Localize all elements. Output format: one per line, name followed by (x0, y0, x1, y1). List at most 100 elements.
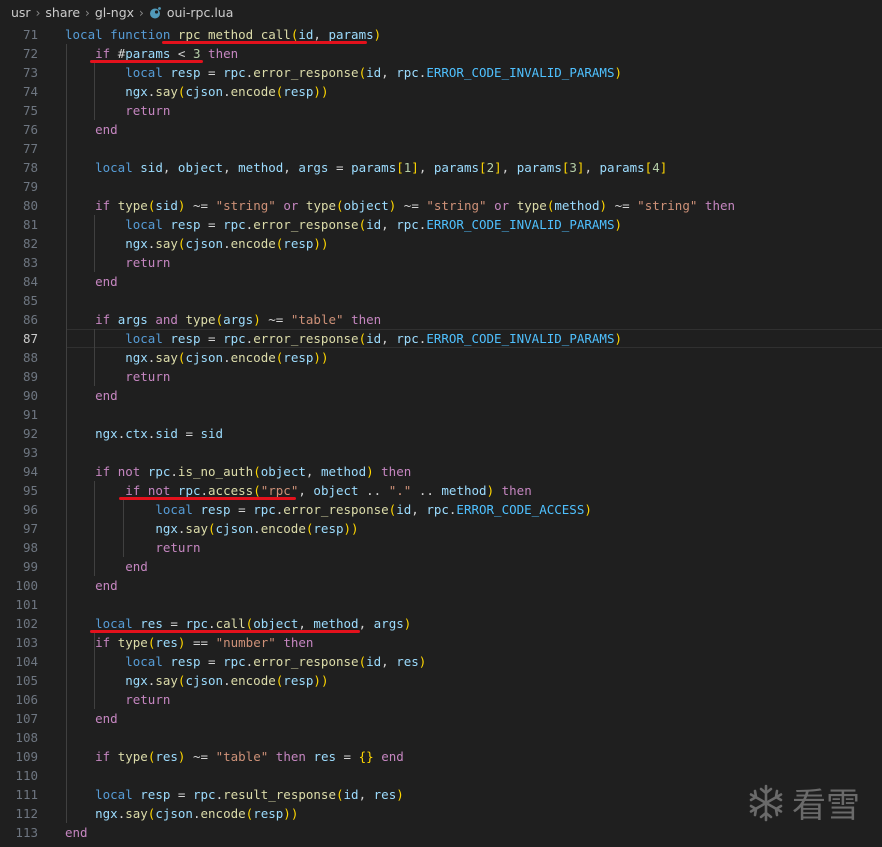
code-line[interactable]: 82 ngx.say(cjson.encode(resp)) (0, 234, 882, 253)
line-number: 88 (22, 350, 38, 365)
code-line[interactable]: 94 if not rpc.is_no_auth(object, method)… (0, 462, 882, 481)
breadcrumb-file[interactable]: oui-rpc.lua (167, 5, 234, 20)
code-text: local sid, object, method, args = params… (95, 160, 668, 175)
line-number: 85 (22, 293, 38, 308)
code-line[interactable]: 93 (0, 443, 882, 462)
line-number: 106 (15, 692, 38, 707)
code-text: end (95, 274, 118, 289)
indent-guide (94, 481, 96, 576)
annotation-underline (118, 497, 296, 500)
breadcrumb: usr › share › gl-ngx › oui-rpc.lua (0, 0, 882, 25)
code-line[interactable]: 91 (0, 405, 882, 424)
line-number: 79 (22, 179, 38, 194)
code-text: local resp = rpc.error_response(id, res) (125, 654, 427, 669)
line-number: 78 (22, 160, 38, 175)
line-number: 75 (22, 103, 38, 118)
code-line[interactable]: 100 end (0, 576, 882, 595)
code-line[interactable]: 73 local resp = rpc.error_response(id, r… (0, 63, 882, 82)
code-text: local resp = rpc.result_response(id, res… (95, 787, 404, 802)
line-number: 89 (22, 369, 38, 384)
line-number: 95 (22, 483, 38, 498)
code-line[interactable]: 107 end (0, 709, 882, 728)
code-line[interactable]: 89 return (0, 367, 882, 386)
code-text: end (95, 122, 118, 137)
line-number: 80 (22, 198, 38, 213)
code-line[interactable]: 96 local resp = rpc.error_response(id, r… (0, 500, 882, 519)
code-line[interactable]: 77 (0, 139, 882, 158)
snowflake-icon (749, 784, 783, 821)
line-number: 72 (22, 46, 38, 61)
code-line[interactable]: 97 ngx.say(cjson.encode(resp)) (0, 519, 882, 538)
line-number: 109 (15, 749, 38, 764)
code-line[interactable]: 109 if type(res) ~= "table" then res = {… (0, 747, 882, 766)
breadcrumb-item-share[interactable]: share (45, 5, 80, 20)
indent-guide (66, 44, 67, 823)
code-line[interactable]: 81 local resp = rpc.error_response(id, r… (0, 215, 882, 234)
code-text: if not rpc.is_no_auth(object, method) th… (95, 464, 412, 479)
code-text: end (125, 559, 148, 574)
code-line[interactable]: 76 end (0, 120, 882, 139)
code-line[interactable]: 106 return (0, 690, 882, 709)
code-line[interactable]: 101 (0, 595, 882, 614)
code-line[interactable]: 88 ngx.say(cjson.encode(resp)) (0, 348, 882, 367)
code-line[interactable]: 98 return (0, 538, 882, 557)
line-number: 111 (15, 787, 38, 802)
line-number: 76 (22, 122, 38, 137)
code-text: return (125, 369, 171, 384)
code-line[interactable]: 85 (0, 291, 882, 310)
line-number: 100 (15, 578, 38, 593)
code-line[interactable]: 80 if type(sid) ~= "string" or type(obje… (0, 196, 882, 215)
line-number: 92 (22, 426, 38, 441)
code-line[interactable]: 86 if args and type(args) ~= "table" the… (0, 310, 882, 329)
line-number: 82 (22, 236, 38, 251)
code-line[interactable]: 108 (0, 728, 882, 747)
code-line[interactable]: 87 local resp = rpc.error_response(id, r… (0, 329, 882, 348)
line-number: 107 (15, 711, 38, 726)
watermark-text: 看雪 (792, 786, 860, 826)
indent-guide (94, 329, 96, 386)
code-text: end (95, 578, 118, 593)
line-number: 113 (15, 825, 38, 840)
code-text: return (125, 255, 171, 270)
code-text: ngx.ctx.sid = sid (95, 426, 224, 441)
code-line[interactable]: 79 (0, 177, 882, 196)
code-line[interactable]: 103 if type(res) == "number" then (0, 633, 882, 652)
code-line[interactable]: 83 return (0, 253, 882, 272)
code-line[interactable]: 84 end (0, 272, 882, 291)
line-number: 84 (22, 274, 38, 289)
code-line[interactable]: 99 end (0, 557, 882, 576)
code-line[interactable]: 90 end (0, 386, 882, 405)
code-line[interactable]: 71 local function rpc_method_call(id, par… (0, 25, 882, 44)
line-number: 73 (22, 65, 38, 80)
line-number: 108 (15, 730, 38, 745)
line-number: 94 (22, 464, 38, 479)
code-text: ngx.say(cjson.encode(resp)) (125, 350, 329, 365)
lua-file-icon (149, 6, 161, 18)
chevron-right-icon: › (85, 5, 90, 20)
breadcrumb-item-usr[interactable]: usr (11, 5, 31, 20)
line-number: 103 (15, 635, 38, 650)
code-line[interactable]: 75 return (0, 101, 882, 120)
line-number: 83 (22, 255, 38, 270)
line-number: 74 (22, 84, 38, 99)
code-line[interactable]: 104 local resp = rpc.error_response(id, … (0, 652, 882, 671)
code-text: if type(sid) ~= "string" or type(object)… (95, 198, 736, 213)
code-line[interactable]: 74 ngx.say(cjson.encode(resp)) (0, 82, 882, 101)
code-text: ngx.say(cjson.encode(resp)) (125, 84, 329, 99)
line-number: 93 (22, 445, 38, 460)
breadcrumb-item-gl-ngx[interactable]: gl-ngx (95, 5, 134, 20)
annotation-underline (90, 60, 204, 63)
code-line[interactable]: 92 ngx.ctx.sid = sid (0, 424, 882, 443)
code-line[interactable]: 105 ngx.say(cjson.encode(resp)) (0, 671, 882, 690)
code-area[interactable]: 71 local function rpc_method_call(id, par… (0, 25, 882, 847)
code-text: if type(res) ~= "table" then res = {} en… (95, 749, 404, 764)
code-line[interactable]: 78 local sid, object, method, args = par… (0, 158, 882, 177)
line-number: 98 (22, 540, 38, 555)
watermark: 看雪 (746, 778, 860, 827)
code-text: local resp = rpc.error_response(id, rpc.… (125, 331, 623, 346)
code-text: end (95, 711, 118, 726)
line-number: 110 (15, 768, 38, 783)
indent-guide (94, 63, 96, 120)
code-text: return (125, 103, 171, 118)
annotation-underline (90, 630, 360, 633)
